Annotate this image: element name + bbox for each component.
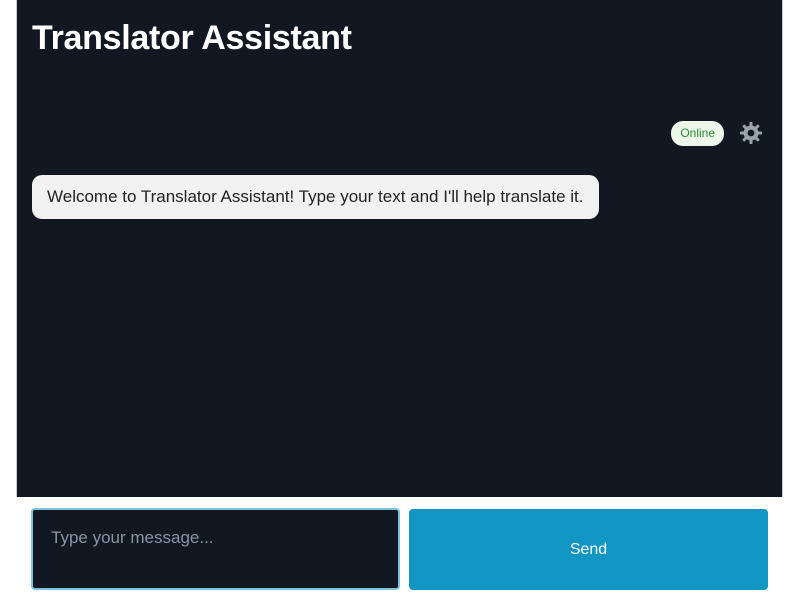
settings-button[interactable] xyxy=(738,120,764,146)
send-button[interactable]: Send xyxy=(409,509,768,590)
message-input[interactable] xyxy=(31,508,400,590)
assistant-message: Welcome to Translator Assistant! Type yo… xyxy=(32,175,599,219)
chat-panel: Translator Assistant Online Welcome to T… xyxy=(16,0,783,497)
gear-icon xyxy=(740,122,762,144)
status-bar: Online xyxy=(671,119,764,147)
message-composer: Send xyxy=(16,497,783,600)
page-title: Translator Assistant xyxy=(32,19,352,57)
status-badge: Online xyxy=(671,120,724,146)
